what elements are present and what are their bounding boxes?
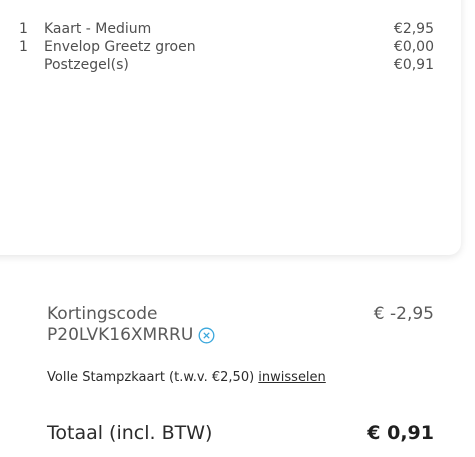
line-price: €0,00 [393, 39, 434, 55]
line-quantity: 1 [19, 39, 28, 55]
close-circle-icon[interactable] [198, 327, 215, 344]
total-amount: € 0,91 [367, 422, 434, 444]
line-name: Kaart - Medium [44, 21, 152, 37]
line-name: Postzegel(s) [44, 57, 129, 73]
redeem-link[interactable]: inwisselen [258, 370, 326, 385]
line-quantity: 1 [19, 21, 28, 37]
discount-amount: € -2,95 [373, 304, 434, 324]
line-name: Envelop Greetz groen [44, 39, 196, 55]
discount-label: Kortingscode [47, 304, 158, 324]
stamp-card-text: Volle Stampzkaart (t.w.v. €2,50) [47, 370, 259, 385]
discount-code: P20LVK16XMRRU [47, 325, 194, 345]
line-price: €2,95 [393, 21, 434, 37]
discount-code-row: P20LVK16XMRRU [47, 325, 215, 345]
total-label: Totaal (incl. BTW) [47, 422, 213, 444]
stamp-card-line: Volle Stampzkaart (t.w.v. €2,50) inwisse… [47, 370, 326, 386]
line-price: €0,91 [393, 57, 434, 73]
